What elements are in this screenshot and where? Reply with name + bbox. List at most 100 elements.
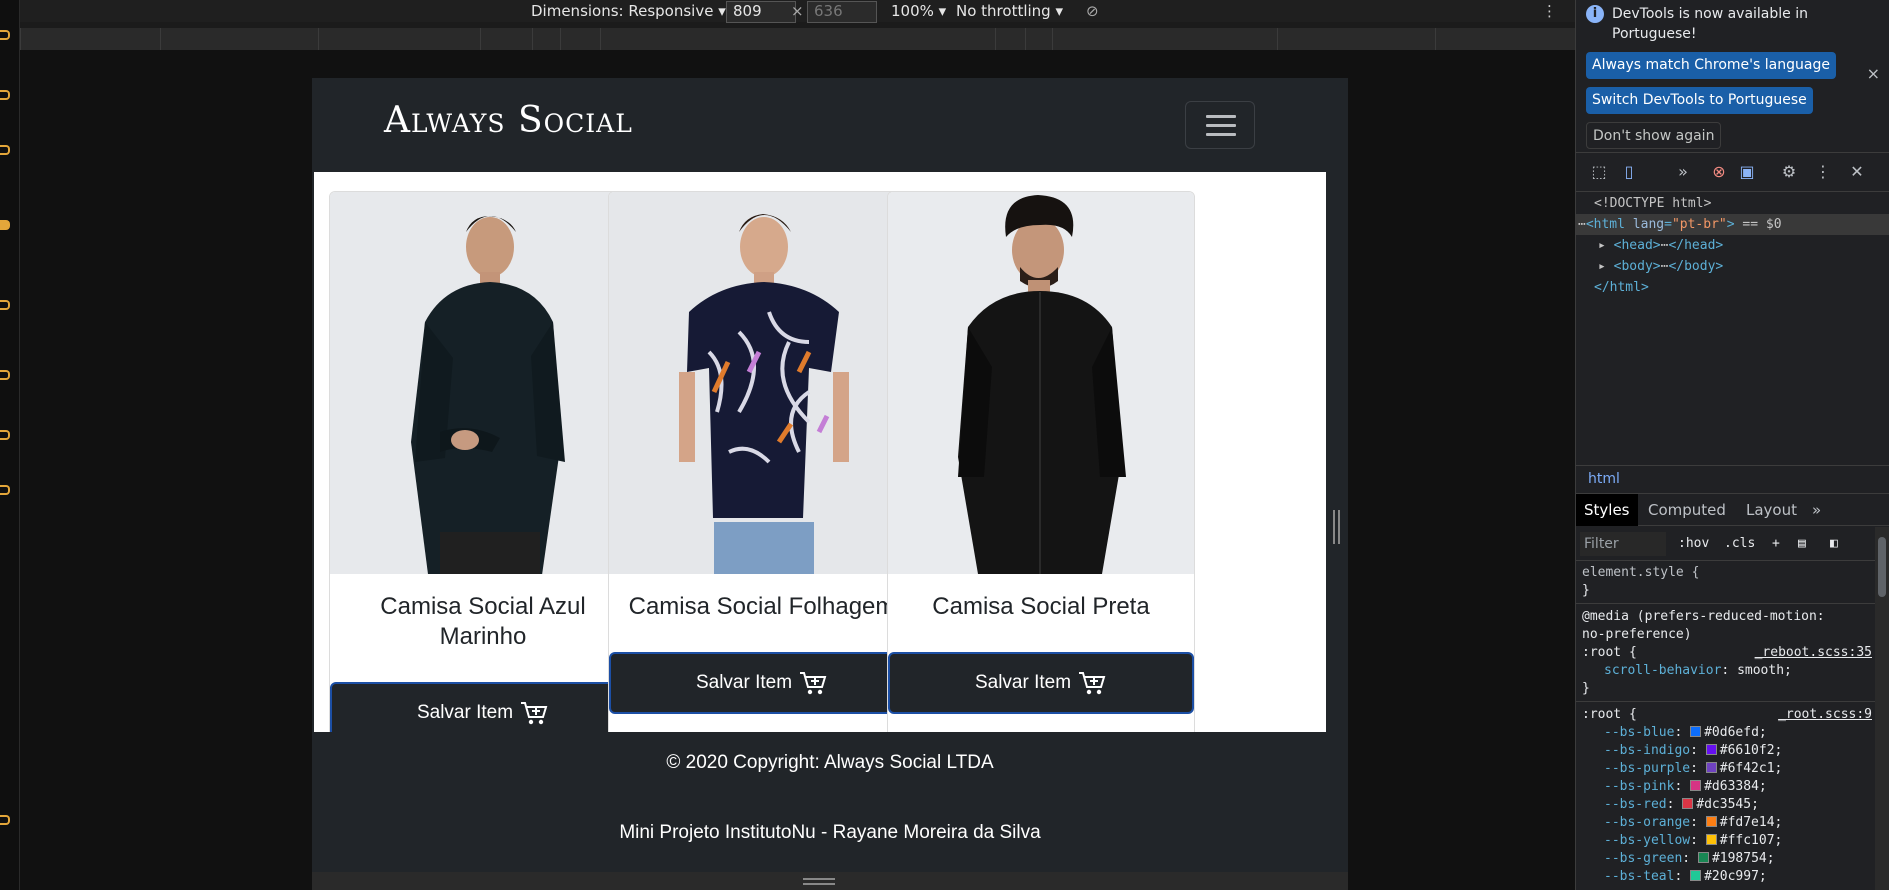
sidebar-icon[interactable] — [0, 370, 10, 380]
root-source-link[interactable]: _root.scss:9 — [1778, 706, 1872, 724]
product-title: Camisa Social Preta — [932, 593, 1150, 620]
sidebar-icon[interactable] — [0, 220, 10, 230]
color-swatch[interactable] — [1705, 762, 1717, 773]
resize-handle-bottom[interactable] — [312, 872, 1348, 890]
html-close-node[interactable]: </html> — [1576, 277, 1889, 298]
css-variable-decl[interactable]: --bs-blue: #0d6efd; — [1582, 724, 1872, 742]
css-variable-decl[interactable]: --bs-teal: #20c997; — [1582, 868, 1872, 886]
dimensions-label: Dimensions: Responsive — [531, 2, 714, 20]
more-options-icon[interactable]: ⋮ — [1812, 161, 1834, 183]
sidebar-icon[interactable] — [0, 485, 10, 495]
styles-filter-bar: Filter :hov .cls + ▤ ◧ — [1576, 527, 1889, 561]
devtools-panel: i DevTools is now available in Portugues… — [1575, 0, 1889, 890]
shirt-photo-navy — [330, 192, 636, 574]
close-icon[interactable]: × — [1867, 64, 1880, 83]
root-selector-text: :root { — [1582, 707, 1637, 722]
devtools-toolbar: ⬚ ▯ » ⊗ ▣ ⚙ ⋮ ✕ — [1576, 152, 1889, 192]
language-notice: DevTools is now available in Portuguese! — [1612, 6, 1808, 42]
device-toggle-icon[interactable]: ▯ — [1618, 161, 1640, 183]
sidebar-icon[interactable] — [0, 90, 10, 100]
css-variable-decl[interactable]: --bs-indigo: #6610f2; — [1582, 742, 1872, 760]
prop-value: smooth; — [1737, 663, 1792, 678]
color-swatch[interactable] — [1690, 780, 1702, 791]
doctype-node[interactable]: <!DOCTYPE html> — [1576, 193, 1889, 214]
product-image — [888, 192, 1194, 574]
save-item-button[interactable]: Salvar Item — [609, 652, 915, 714]
css-variable-decl[interactable]: --bs-purple: #6f42c1; — [1582, 760, 1872, 778]
always-match-language-button[interactable]: Always match Chrome's language — [1586, 52, 1836, 79]
color-swatch[interactable] — [1682, 798, 1694, 809]
css-variable-decl[interactable]: --bs-red: #dc3545; — [1582, 796, 1872, 814]
emulated-page: Always Social Camisa Social Azul Marinho… — [312, 78, 1348, 890]
save-item-button[interactable]: Salvar Item — [330, 682, 636, 732]
color-swatch[interactable] — [1690, 726, 1702, 737]
cls-toggle[interactable]: .cls — [1724, 532, 1755, 556]
head-close-tag: </head> — [1668, 238, 1724, 253]
footer-credit: Mini Projeto InstitutoNu - Rayane Moreir… — [619, 822, 1041, 843]
prop-name: --bs-blue — [1604, 725, 1675, 740]
resize-handle-right[interactable] — [1333, 510, 1341, 544]
reboot-source-link[interactable]: _reboot.scss:35 — [1755, 644, 1872, 662]
issues-icon[interactable]: ▣ — [1736, 161, 1758, 183]
prop-name: --bs-pink — [1604, 779, 1675, 794]
switch-to-portuguese-button[interactable]: Switch DevTools to Portuguese — [1586, 87, 1813, 114]
zoom-select[interactable]: 100% ▾ — [891, 2, 946, 20]
css-variable-decl[interactable]: --bs-pink: #d63384; — [1582, 778, 1872, 796]
settings-gear-icon[interactable]: ⚙ — [1778, 161, 1800, 183]
hov-toggle[interactable]: :hov — [1678, 532, 1709, 556]
tab-layout[interactable]: Layout — [1738, 494, 1805, 526]
errors-icon[interactable]: ⊗ — [1708, 161, 1730, 183]
save-item-label: Salvar Item — [974, 672, 1072, 693]
width-input[interactable]: 809 — [726, 1, 796, 23]
left-sidebar-strip — [0, 0, 20, 890]
element-style-rule[interactable]: element.style { — [1582, 564, 1872, 582]
hamburger-icon — [1206, 115, 1236, 118]
new-rule-icon[interactable]: + — [1772, 532, 1780, 556]
css-variable-decl[interactable]: --bs-orange: #fd7e14; — [1582, 814, 1872, 832]
more-tabs-icon[interactable]: » — [1804, 494, 1829, 526]
inspect-icon[interactable]: ⬚ — [1588, 161, 1610, 183]
save-item-button[interactable]: Salvar Item — [888, 652, 1194, 714]
tab-computed[interactable]: Computed — [1640, 494, 1734, 526]
body-node[interactable]: ▸ <body>⋯</body> — [1576, 256, 1889, 277]
html-node[interactable]: ⋯<html lang="pt-br"> == $0 — [1576, 214, 1889, 235]
css-variable-decl[interactable]: --bs-yellow: #ffc107; — [1582, 832, 1872, 850]
height-input[interactable]: 636 — [807, 1, 877, 23]
menu-toggle-button[interactable] — [1185, 101, 1255, 149]
more-panels-icon[interactable]: » — [1672, 161, 1694, 183]
color-swatch[interactable] — [1697, 852, 1709, 863]
sidebar-icon[interactable] — [0, 430, 10, 440]
color-swatch[interactable] — [1690, 870, 1702, 881]
zoom-label: 100% — [891, 2, 934, 20]
filter-input[interactable]: Filter — [1580, 532, 1666, 556]
tab-styles[interactable]: Styles — [1576, 494, 1638, 526]
css-variable-decl[interactable]: --bs-green: #198754; — [1582, 850, 1872, 868]
color-swatch[interactable] — [1705, 744, 1717, 755]
sidebar-icon[interactable] — [0, 30, 10, 40]
paint-icon[interactable]: ▤ — [1798, 532, 1806, 556]
rotate-icon[interactable]: ⊘ — [1086, 2, 1099, 20]
prop-name: scroll-behavior — [1604, 663, 1722, 678]
throttling-select[interactable]: No throttling ▾ — [956, 2, 1063, 20]
sidebar-toggle-icon[interactable]: ◧ — [1830, 532, 1838, 556]
product-grid: Camisa Social Azul Marinho Salvar Item C… — [314, 172, 1326, 732]
dont-show-again-button[interactable]: Don't show again — [1586, 122, 1722, 149]
head-node[interactable]: ▸ <head>⋯</head> — [1576, 235, 1889, 256]
more-options-icon[interactable]: ⋮ — [1542, 2, 1557, 20]
sidebar-icon[interactable] — [0, 300, 10, 310]
styles-scrollbar[interactable] — [1875, 527, 1889, 890]
root-selector[interactable]: :root { _root.scss:9 — [1582, 706, 1872, 724]
root-selector[interactable]: :root { _reboot.scss:35 — [1582, 644, 1872, 662]
rule-close: } — [1582, 681, 1590, 696]
sidebar-icon[interactable] — [0, 815, 10, 825]
dimensions-select[interactable]: Dimensions: Responsive ▾ — [531, 2, 726, 20]
color-swatch[interactable] — [1705, 834, 1717, 845]
close-devtools-icon[interactable]: ✕ — [1846, 161, 1868, 183]
sidebar-icon[interactable] — [0, 145, 10, 155]
color-swatch[interactable] — [1705, 816, 1717, 827]
scroll-behavior-decl[interactable]: scroll-behavior: smooth; — [1582, 662, 1872, 680]
media-query-ruler[interactable] — [20, 28, 1575, 50]
brand-logo[interactable]: Always Social — [384, 100, 633, 141]
prop-name: --bs-yellow — [1604, 833, 1691, 848]
breadcrumb[interactable]: html — [1576, 465, 1889, 491]
